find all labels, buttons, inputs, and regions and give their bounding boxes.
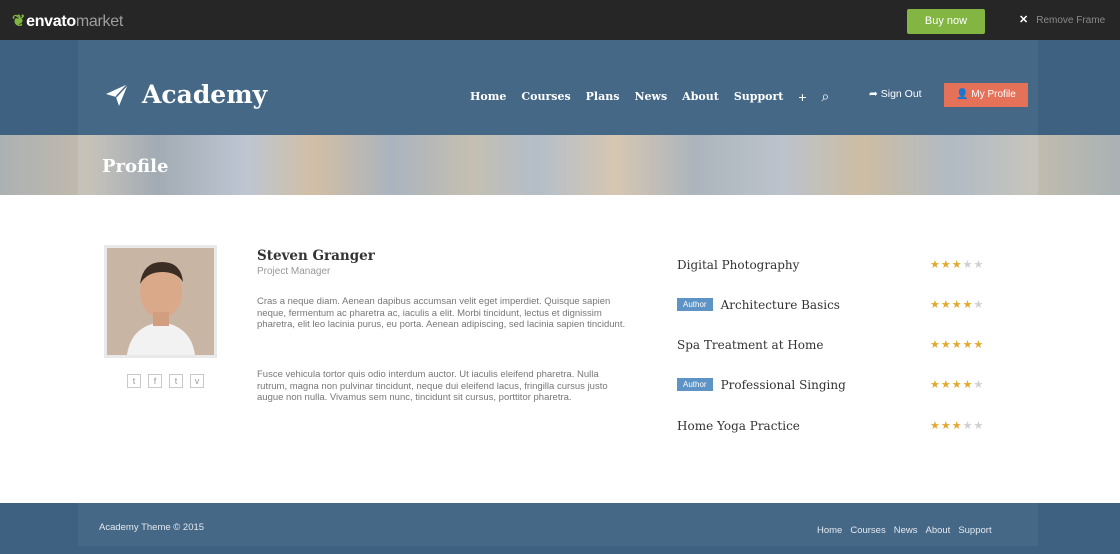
- footer-copyright: Academy Theme © 2015: [99, 522, 205, 533]
- star-rating: ★★★★★: [930, 419, 984, 432]
- star-rating: ★★★★★: [930, 258, 984, 271]
- star-rating: ★★★★★: [930, 338, 984, 351]
- course-title-text: Spa Treatment at Home: [677, 338, 824, 352]
- nav-item-about[interactable]: About: [682, 90, 719, 103]
- buy-now-button[interactable]: Buy now: [907, 9, 985, 34]
- star-icon: ★: [951, 339, 963, 351]
- course-title: Author Architecture Basics: [677, 298, 840, 312]
- star-icon: ★: [962, 299, 974, 311]
- author-badge: Author: [677, 298, 713, 311]
- star-icon: ★: [973, 379, 985, 391]
- author-badge: Author: [677, 378, 713, 391]
- avatar: [104, 245, 217, 358]
- nav-item-support[interactable]: Support: [734, 90, 784, 103]
- vimeo-icon[interactable]: v: [190, 374, 204, 388]
- nav-item-home[interactable]: Home: [470, 90, 506, 103]
- star-icon: ★: [962, 339, 974, 351]
- paper-plane-icon: [106, 82, 129, 106]
- course-title: Digital Photography: [677, 258, 799, 272]
- star-icon: ★: [951, 259, 963, 271]
- main-nav: Home Courses Plans News About Support + ⌕: [470, 88, 844, 105]
- star-icon: ★: [973, 299, 985, 311]
- nav-item-plans[interactable]: Plans: [586, 90, 620, 103]
- star-icon: ★: [930, 379, 941, 391]
- footer-link-news[interactable]: News: [894, 525, 918, 536]
- course-item[interactable]: Home Yoga Practice ★★★★★: [677, 419, 1007, 439]
- bio-paragraph: Fusce vehicula tortor quis odio interdum…: [257, 369, 608, 403]
- page: ❦envatomarket Buy now ✕ Remove Frame Acad…: [0, 0, 1120, 554]
- facebook-icon[interactable]: f: [148, 374, 162, 388]
- brand-name: Academy: [142, 80, 268, 109]
- search-icon[interactable]: ⌕: [822, 88, 830, 105]
- twitter-icon[interactable]: t: [169, 374, 183, 388]
- academy-brand[interactable]: Academy: [104, 80, 267, 109]
- nav-item-courses[interactable]: Courses: [521, 90, 570, 103]
- footer-link-home[interactable]: Home: [817, 525, 842, 536]
- star-icon: ★: [930, 420, 941, 432]
- tumblr-icon[interactable]: t: [127, 374, 141, 388]
- course-title-text: Home Yoga Practice: [677, 419, 800, 433]
- footer-link-support[interactable]: Support: [958, 525, 991, 536]
- course-title-text: Professional Singing: [720, 378, 846, 392]
- social-links: tftv: [127, 374, 211, 388]
- profile-name: Steven Granger: [257, 248, 375, 264]
- star-icon: ★: [940, 339, 952, 351]
- star-rating: ★★★★★: [930, 298, 984, 311]
- star-icon: ★: [973, 420, 985, 432]
- banner-overlay: [78, 135, 1038, 195]
- course-title-text: Architecture Basics: [720, 298, 840, 312]
- star-icon: ★: [940, 379, 952, 391]
- course-item[interactable]: Author Architecture Basics ★★★★★: [677, 298, 1007, 318]
- plus-icon[interactable]: +: [798, 89, 806, 105]
- envato-bar: ❦envatomarket Buy now ✕ Remove Frame: [0, 0, 1120, 40]
- star-icon: ★: [962, 379, 974, 391]
- star-icon: ★: [951, 299, 963, 311]
- my-profile-button[interactable]: 👤 My Profile: [944, 83, 1028, 107]
- course-title: Home Yoga Practice: [677, 419, 800, 433]
- star-icon: ★: [940, 420, 952, 432]
- course-item[interactable]: Digital Photography ★★★★★: [677, 258, 1007, 278]
- page-title: Profile: [102, 156, 169, 177]
- course-title: Author Professional Singing: [677, 378, 846, 392]
- envato-logo[interactable]: ❦envatomarket: [12, 11, 123, 31]
- close-icon: ✕: [1019, 14, 1029, 26]
- sign-out-link[interactable]: ➦ Sign Out: [869, 88, 922, 100]
- footer-nav: Home Courses News About Support: [817, 525, 1000, 536]
- footer-link-about[interactable]: About: [925, 525, 950, 536]
- star-icon: ★: [930, 259, 941, 271]
- footer-link-courses[interactable]: Courses: [850, 525, 885, 536]
- star-icon: ★: [940, 259, 952, 271]
- course-title-text: Digital Photography: [677, 258, 800, 272]
- arrow-icon: ➦: [869, 88, 878, 100]
- user-icon: 👤: [956, 89, 969, 100]
- course-title: Spa Treatment at Home: [677, 338, 824, 352]
- star-icon: ★: [951, 379, 963, 391]
- avatar-portrait: [107, 248, 214, 355]
- star-icon: ★: [940, 299, 952, 311]
- leaf-icon: ❦: [12, 13, 26, 30]
- star-icon: ★: [973, 259, 985, 271]
- star-icon: ★: [962, 259, 974, 271]
- course-item[interactable]: Author Professional Singing ★★★★★: [677, 378, 1007, 398]
- course-item[interactable]: Spa Treatment at Home ★★★★★: [677, 338, 1007, 358]
- bio-paragraph: Cras a neque diam. Aenean dapibus accums…: [257, 296, 626, 330]
- nav-item-news[interactable]: News: [634, 90, 667, 103]
- star-icon: ★: [930, 299, 941, 311]
- star-icon: ★: [962, 420, 974, 432]
- star-icon: ★: [973, 339, 985, 351]
- star-rating: ★★★★★: [930, 378, 984, 391]
- remove-frame-link[interactable]: ✕ Remove Frame: [1019, 13, 1105, 26]
- profile-role: Project Manager: [257, 266, 331, 277]
- star-icon: ★: [930, 339, 941, 351]
- star-icon: ★: [951, 420, 963, 432]
